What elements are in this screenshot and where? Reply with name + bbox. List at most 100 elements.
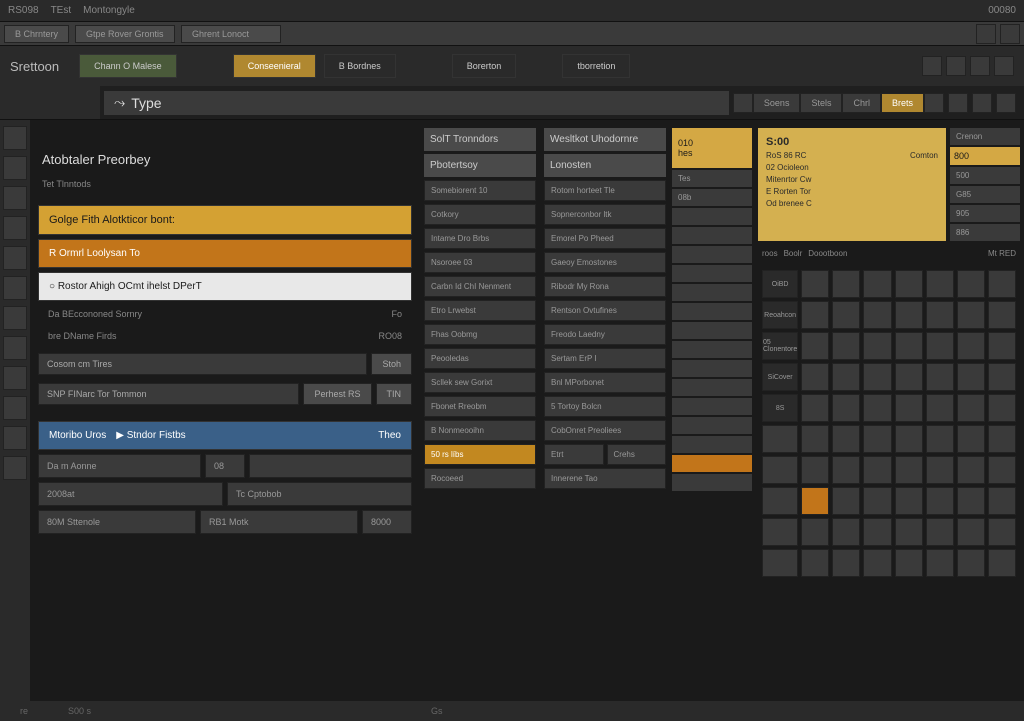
btn-dark[interactable]: Borerton xyxy=(452,54,517,78)
c-item[interactable]: 5 Tortoy Bolcn xyxy=(544,396,666,417)
key[interactable] xyxy=(957,363,985,391)
key[interactable] xyxy=(801,301,829,329)
key-orange[interactable] xyxy=(801,487,829,515)
key[interactable] xyxy=(863,549,891,577)
d-row[interactable] xyxy=(672,341,752,358)
key[interactable] xyxy=(895,301,923,329)
d-row[interactable] xyxy=(672,379,752,396)
d-row[interactable] xyxy=(672,398,752,415)
c-item[interactable]: Sertam ErP I xyxy=(544,348,666,369)
tab-3[interactable]: Ghrent Lonoct xyxy=(181,25,281,43)
key[interactable] xyxy=(988,456,1016,484)
r3a[interactable]: 80M Sttenole xyxy=(38,510,196,534)
key[interactable] xyxy=(801,332,829,360)
r3c[interactable]: 8000 xyxy=(362,510,412,534)
r1a[interactable]: Da m Aonne xyxy=(38,454,201,478)
key[interactable] xyxy=(832,456,860,484)
side-cell[interactable] xyxy=(3,126,27,150)
b-item[interactable]: B Nonmeooihn xyxy=(424,420,536,441)
d-row[interactable] xyxy=(672,284,752,301)
toolbar-sq-3[interactable] xyxy=(970,56,990,76)
key[interactable] xyxy=(957,456,985,484)
key[interactable] xyxy=(988,394,1016,422)
c-item[interactable]: Bnl MPorbonet xyxy=(544,372,666,393)
b-item-orange[interactable]: 50 rs líbs xyxy=(424,444,536,465)
tab-1[interactable]: B Chrntery xyxy=(4,25,69,43)
c-extra[interactable]: Crehs xyxy=(607,444,667,465)
b-item[interactable]: Peooledas xyxy=(424,348,536,369)
key[interactable] xyxy=(895,518,923,546)
key[interactable] xyxy=(762,425,798,453)
btn-green[interactable]: Chann O Malese xyxy=(79,54,177,78)
tabbar-sq-1[interactable] xyxy=(976,24,996,44)
key[interactable] xyxy=(926,332,954,360)
side-cell[interactable] xyxy=(3,396,27,420)
d-row[interactable] xyxy=(672,265,752,282)
key[interactable] xyxy=(988,363,1016,391)
d-row[interactable]: 08b xyxy=(672,189,752,206)
search-btn-1[interactable]: Soens xyxy=(753,93,801,113)
key[interactable] xyxy=(832,363,860,391)
key[interactable] xyxy=(957,549,985,577)
key[interactable] xyxy=(926,487,954,515)
key[interactable] xyxy=(957,518,985,546)
key[interactable] xyxy=(926,394,954,422)
btn-right[interactable]: tborretion xyxy=(562,54,630,78)
item-blue[interactable]: Mtoribo Uros Stndor Fistbs Theo xyxy=(38,421,412,450)
sr-3[interactable] xyxy=(972,93,992,113)
key[interactable] xyxy=(863,270,891,298)
key[interactable] xyxy=(957,301,985,329)
d-row[interactable] xyxy=(672,436,752,453)
key[interactable] xyxy=(957,425,985,453)
item-orange[interactable]: R Ormrl Loolysan To xyxy=(38,239,412,268)
b-item[interactable]: Fbonet Rreobm xyxy=(424,396,536,417)
side-cell[interactable] xyxy=(3,186,27,210)
c-item[interactable]: Rotom horteet Tle xyxy=(544,180,666,201)
key[interactable] xyxy=(895,487,923,515)
key[interactable] xyxy=(895,425,923,453)
side-cell[interactable] xyxy=(3,276,27,300)
key[interactable] xyxy=(926,270,954,298)
d-row-orange[interactable] xyxy=(672,455,752,472)
b-item[interactable]: Nsoroee 03 xyxy=(424,252,536,273)
tabbar-sq-2[interactable] xyxy=(1000,24,1020,44)
key[interactable] xyxy=(762,456,798,484)
key[interactable] xyxy=(832,301,860,329)
search-input[interactable]: ⤳Type xyxy=(104,91,729,115)
sr-4[interactable] xyxy=(996,93,1016,113)
strip-2[interactable]: Perhest RS xyxy=(303,383,371,405)
key[interactable] xyxy=(988,301,1016,329)
key[interactable] xyxy=(762,487,798,515)
search-btn-3[interactable]: Chrl xyxy=(842,93,881,113)
d-row[interactable] xyxy=(672,322,752,339)
key[interactable] xyxy=(988,487,1016,515)
search-btn-4[interactable]: Brets xyxy=(881,93,924,113)
key[interactable] xyxy=(988,332,1016,360)
r1c[interactable] xyxy=(249,454,412,478)
r2a[interactable]: 2008at xyxy=(38,482,223,506)
side-cell[interactable] xyxy=(3,366,27,390)
key[interactable] xyxy=(957,270,985,298)
key[interactable] xyxy=(895,363,923,391)
key[interactable] xyxy=(957,487,985,515)
key[interactable] xyxy=(863,301,891,329)
d-row[interactable] xyxy=(672,303,752,320)
b-item[interactable]: Carbn Id ChI Nenment xyxy=(424,276,536,297)
key[interactable] xyxy=(863,394,891,422)
key[interactable] xyxy=(926,425,954,453)
c-item[interactable]: Ribodr My Rona xyxy=(544,276,666,297)
key[interactable] xyxy=(863,518,891,546)
key[interactable] xyxy=(801,518,829,546)
btn-mid[interactable]: B Bordnes xyxy=(324,54,396,78)
key[interactable] xyxy=(801,363,829,391)
key[interactable] xyxy=(895,456,923,484)
key[interactable] xyxy=(801,270,829,298)
key[interactable] xyxy=(762,549,798,577)
item-gold[interactable]: Golge Fith Alotkticor bont: xyxy=(38,205,412,235)
c-item[interactable]: Gaeoy Emostones xyxy=(544,252,666,273)
key[interactable] xyxy=(988,518,1016,546)
c-item[interactable]: Freodo Laedny xyxy=(544,324,666,345)
search-sq[interactable] xyxy=(733,93,753,113)
sr-1[interactable] xyxy=(924,93,944,113)
r3b[interactable]: RB1 Motk xyxy=(200,510,358,534)
